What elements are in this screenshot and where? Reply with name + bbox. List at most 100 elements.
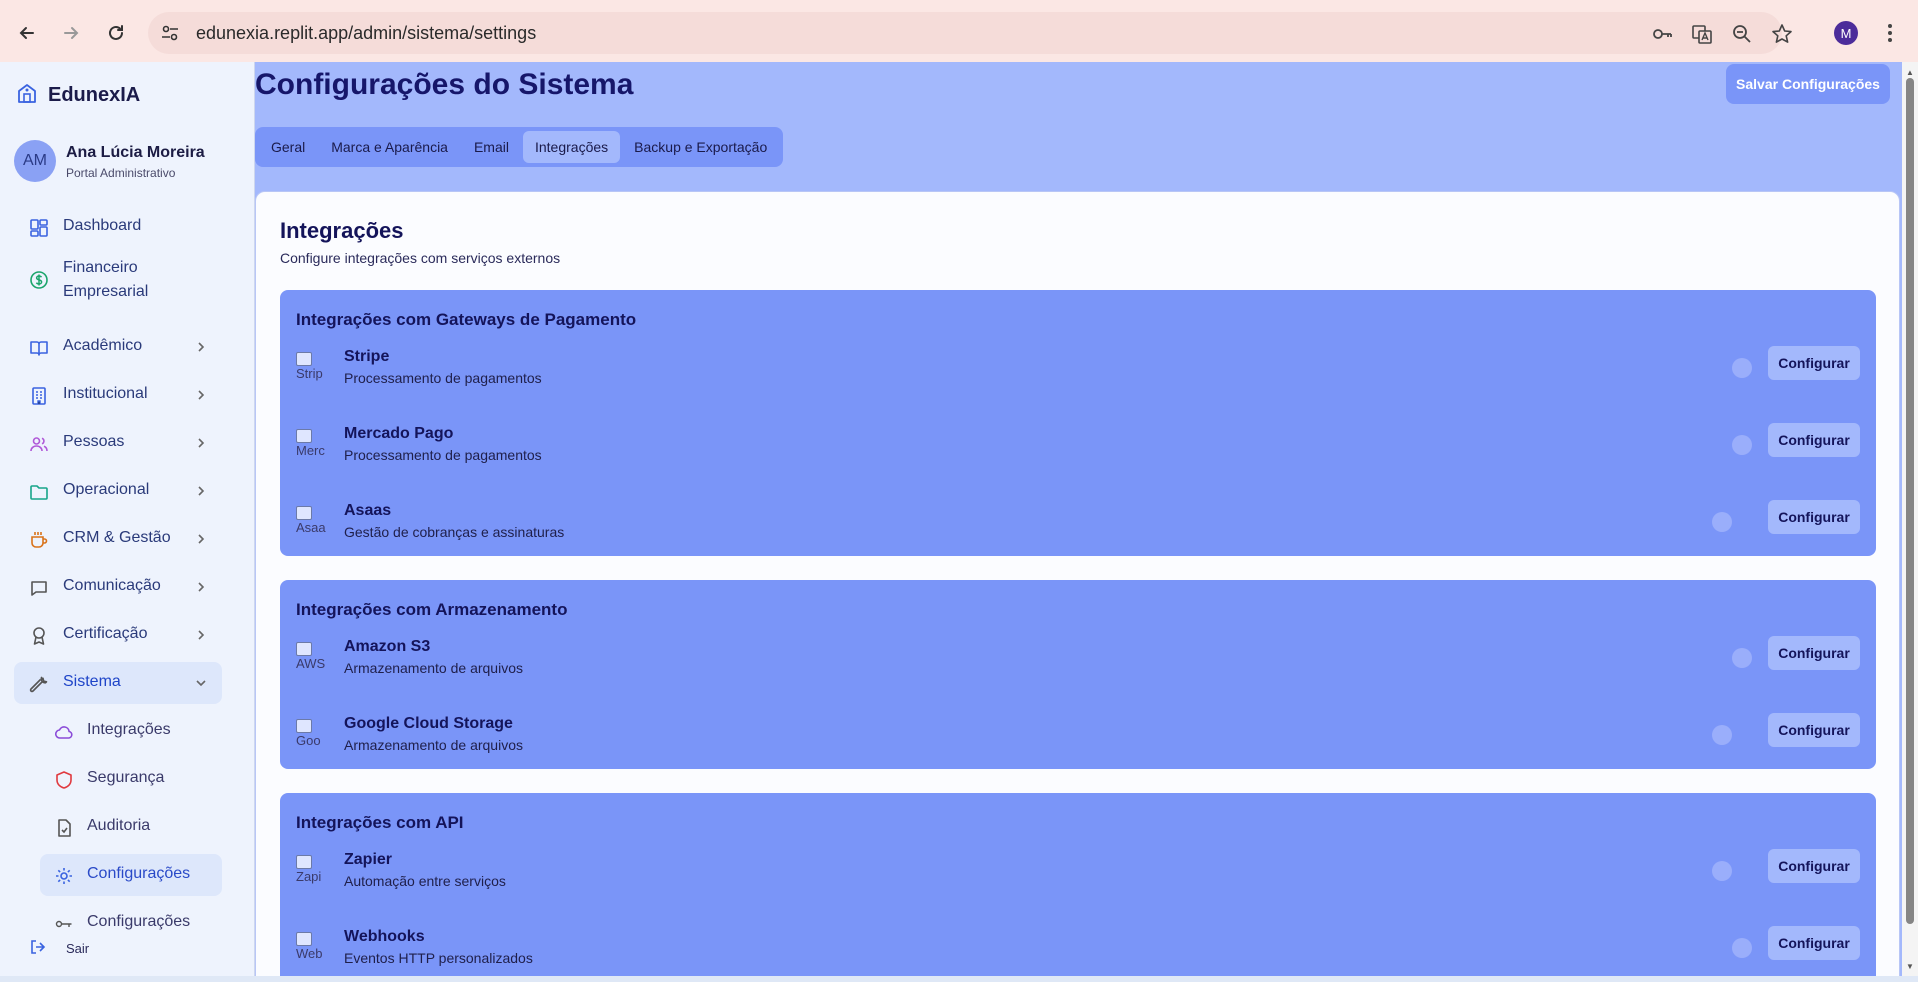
sidebar-item-label: Operacional: [63, 481, 150, 498]
service-name: Zapier: [344, 851, 393, 868]
configure-button[interactable]: Configurar: [1768, 423, 1860, 457]
profile-avatar[interactable]: M: [1834, 21, 1858, 45]
folder-icon: [29, 482, 49, 502]
integrations-card: Integrações Configure integrações com se…: [255, 191, 1900, 976]
scrollbar-thumb[interactable]: [1906, 78, 1914, 924]
sidebar-item-financeiro[interactable]: Financeiro Empresarial: [14, 250, 222, 310]
sidebar-subitem-configuracoes[interactable]: Configurações: [40, 854, 222, 896]
service-row-asaas: Asaa Asaas Gestão de cobranças e assinat…: [280, 498, 1876, 554]
dashboard-icon: [29, 218, 49, 238]
logout-label: Sair: [66, 941, 90, 956]
sidebar-item-comunicacao[interactable]: Comunicação: [14, 566, 222, 608]
reload-icon[interactable]: [99, 16, 133, 50]
service-name: Asaas: [344, 502, 392, 519]
stripe-toggle[interactable]: [1732, 358, 1752, 378]
amazon-s3-toggle[interactable]: [1732, 648, 1752, 668]
bookmark-star-icon[interactable]: [1770, 22, 1794, 46]
zoom-icon[interactable]: [1730, 22, 1754, 46]
window-bottom-edge: [0, 976, 1918, 982]
asaas-logo: Asaa: [296, 506, 328, 538]
service-description: Eventos HTTP personalizados: [344, 950, 533, 966]
sidebar-item-institucional[interactable]: Institucional: [14, 374, 222, 416]
chevron-right-icon: [194, 388, 208, 402]
sidebar-item-label: Acadêmico: [63, 337, 143, 354]
chevron-right-icon: [194, 484, 208, 498]
tab-geral[interactable]: Geral: [259, 131, 317, 163]
service-description: Armazenamento de arquivos: [344, 660, 523, 676]
sidebar-subitem-label: Integrações: [87, 721, 171, 738]
back-icon[interactable]: [10, 16, 44, 50]
sidebar-item-label: Financeiro Empresarial: [63, 259, 149, 300]
sidebar-item-label: Dashboard: [63, 217, 142, 234]
building-icon: [29, 386, 49, 406]
service-row-google-cloud-storage: Goo Google Cloud Storage Armazenamento d…: [280, 711, 1876, 767]
sidebar: EdunexIA AM Ana Lúcia Moreira Portal Adm…: [0, 62, 255, 976]
zapier-toggle[interactable]: [1712, 861, 1732, 881]
scroll-down-arrow[interactable]: ▼: [1903, 960, 1917, 972]
chevron-right-icon: [194, 580, 208, 594]
settings-icon: [54, 866, 74, 886]
forward-icon[interactable]: [54, 16, 88, 50]
brand[interactable]: EdunexIA: [16, 82, 140, 109]
asaas-toggle[interactable]: [1712, 512, 1732, 532]
sidebar-subitem-integracoes[interactable]: Integrações: [40, 710, 222, 752]
service-name: Stripe: [344, 348, 390, 365]
configure-button[interactable]: Configurar: [1768, 849, 1860, 883]
coffee-icon: [29, 530, 49, 550]
mercado-pago-toggle[interactable]: [1732, 435, 1752, 455]
webhooks-toggle[interactable]: [1732, 938, 1752, 958]
tab-backup[interactable]: Backup e Exportação: [622, 131, 779, 163]
service-name: Webhooks: [344, 928, 425, 945]
browser-menu-icon[interactable]: [1880, 20, 1900, 46]
sidebar-item-label: Sistema: [63, 673, 121, 690]
shield-icon: [54, 770, 74, 790]
sidebar-item-operacional[interactable]: Operacional: [14, 470, 222, 512]
sidebar-item-label: Institucional: [63, 385, 148, 402]
sidebar-item-label: CRM & Gestão: [63, 529, 171, 546]
message-icon: [29, 578, 49, 598]
tab-marca[interactable]: Marca e Aparência: [319, 131, 460, 163]
sidebar-item-certificacao[interactable]: Certificação: [14, 614, 222, 656]
save-settings-button[interactable]: Salvar Configurações: [1726, 64, 1890, 104]
section-subtitle: Configure integrações com serviços exter…: [280, 250, 561, 266]
user-card: AM Ana Lúcia Moreira Portal Administrati…: [14, 140, 244, 186]
storage-group: Integrações com Armazenamento AWS Amazon…: [280, 580, 1876, 769]
book-icon: [29, 338, 49, 358]
service-row-stripe: Strip Stripe Processamento de pagamentos…: [280, 344, 1876, 400]
logout-icon: [29, 938, 49, 958]
avatar: AM: [14, 140, 56, 182]
stripe-logo: Strip: [296, 352, 328, 384]
address-bar[interactable]: edunexia.replit.app/admin/sistema/settin…: [148, 12, 1792, 54]
page-title: Configurações do Sistema: [255, 68, 634, 101]
configure-button[interactable]: Configurar: [1768, 636, 1860, 670]
google-cloud-toggle[interactable]: [1712, 725, 1732, 745]
logout-button[interactable]: Sair: [14, 928, 222, 964]
sidebar-subitem-seguranca[interactable]: Segurança: [40, 758, 222, 800]
sidebar-subitem-label: Segurança: [87, 769, 165, 786]
webhooks-logo: Web: [296, 932, 328, 964]
tab-integracoes[interactable]: Integrações: [522, 131, 621, 163]
sidebar-item-sistema[interactable]: Sistema: [14, 662, 222, 704]
sidebar-item-crm[interactable]: CRM & Gestão: [14, 518, 222, 560]
sidebar-subitem-auditoria[interactable]: Auditoria: [40, 806, 222, 848]
configure-button[interactable]: Configurar: [1768, 926, 1860, 960]
sidebar-item-academico[interactable]: Acadêmico: [14, 326, 222, 368]
scroll-up-arrow[interactable]: ▲: [1903, 66, 1917, 78]
api-group: Integrações com API Zapi Zapier Automaçã…: [280, 793, 1876, 976]
chevron-down-icon: [194, 676, 208, 690]
configure-button[interactable]: Configurar: [1768, 713, 1860, 747]
password-key-icon[interactable]: [1650, 22, 1674, 46]
sidebar-item-dashboard[interactable]: Dashboard: [14, 206, 222, 248]
wrench-icon: [29, 674, 49, 694]
translate-icon[interactable]: [1690, 22, 1714, 46]
configure-button[interactable]: Configurar: [1768, 346, 1860, 380]
tab-email[interactable]: Email: [462, 131, 521, 163]
dollar-icon: [29, 270, 49, 290]
configure-button[interactable]: Configurar: [1768, 500, 1860, 534]
site-settings-icon[interactable]: [160, 23, 180, 43]
service-description: Armazenamento de arquivos: [344, 737, 523, 753]
settings-tabs: Geral Marca e Aparência Email Integraçõe…: [255, 127, 784, 167]
sidebar-item-pessoas[interactable]: Pessoas: [14, 422, 222, 464]
chevron-right-icon: [194, 340, 208, 354]
chevron-right-icon: [194, 532, 208, 546]
